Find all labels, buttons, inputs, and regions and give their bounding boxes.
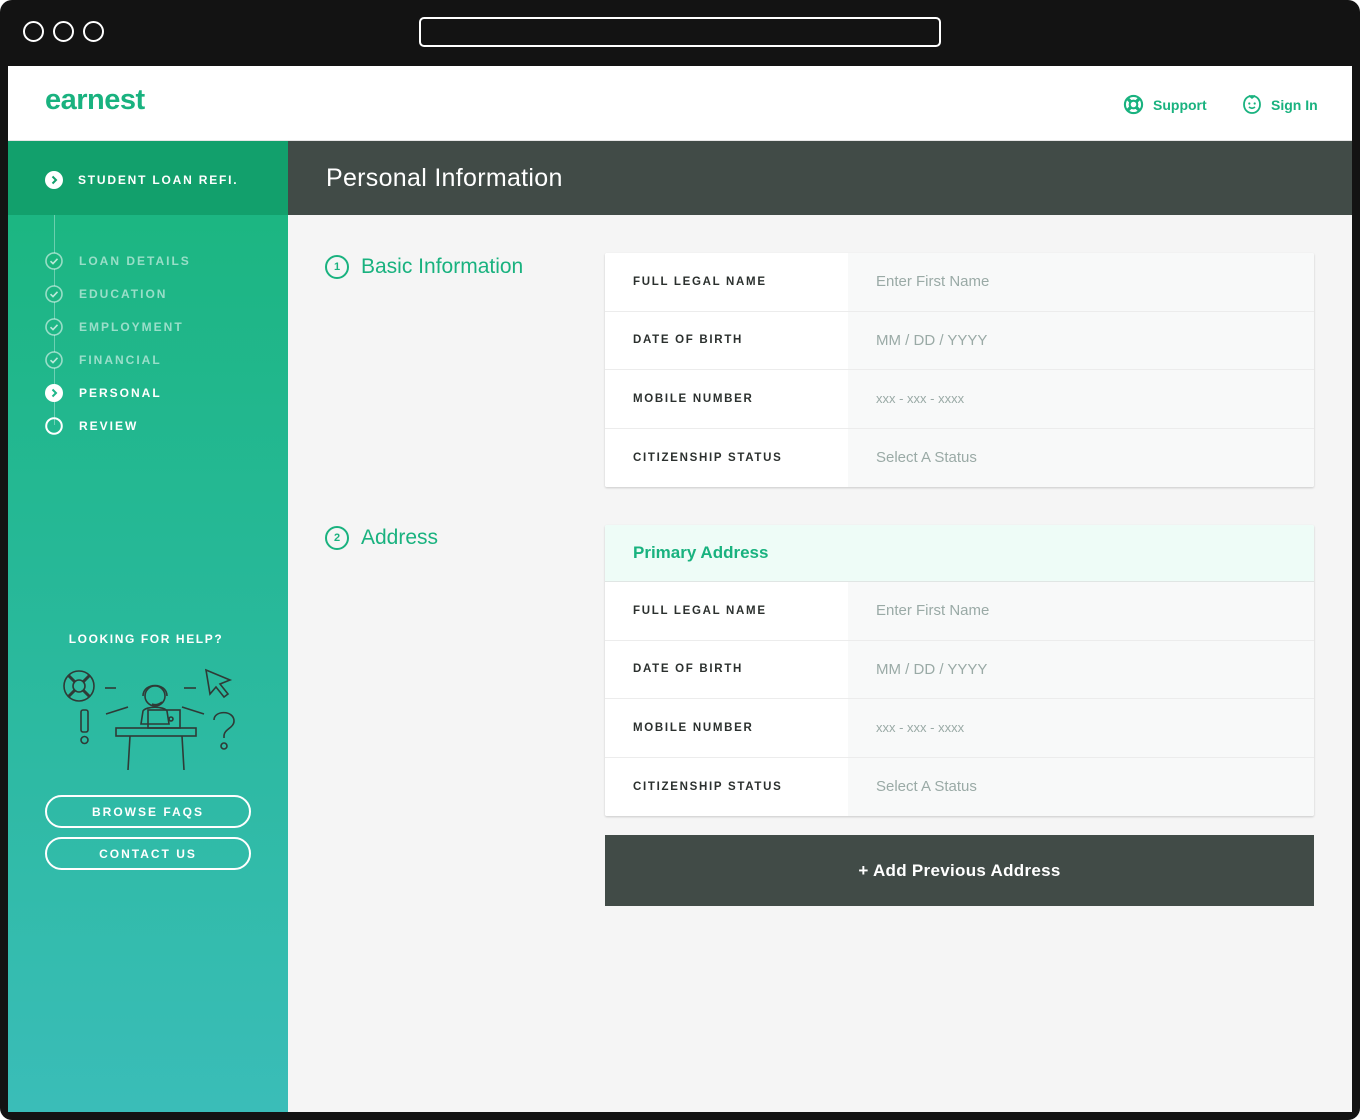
main-title-bar: Personal Information: [288, 141, 1352, 215]
step-label: EDUCATION: [79, 287, 168, 301]
empty-circle-icon: [45, 417, 63, 435]
check-circle-icon: [45, 285, 63, 303]
step-loan-details[interactable]: LOAN DETAILS: [45, 252, 191, 270]
step-label: FINANCIAL: [79, 353, 162, 367]
step-label: LOAN DETAILS: [79, 254, 191, 268]
primary-address-title: Primary Address: [605, 525, 1314, 582]
agent-icon: [140, 684, 170, 725]
window-close-button[interactable]: [23, 21, 44, 42]
browse-faqs-button[interactable]: BROWSE FAQS: [45, 795, 251, 828]
section-address: 2 Address: [325, 526, 438, 550]
step-label: REVIEW: [79, 419, 139, 433]
full-legal-name-input[interactable]: Enter First Name: [848, 253, 1314, 311]
form-row-citizenship-status: CITIZENSHIP STATUS Select A Status: [605, 428, 1314, 487]
field-label: DATE OF BIRTH: [605, 311, 848, 369]
section-title: Basic Information: [361, 255, 524, 278]
field-label: DATE OF BIRTH: [605, 640, 848, 698]
section-number-badge: 1: [325, 255, 349, 279]
section-basic-information: 1 Basic Information: [325, 255, 523, 279]
basic-information-card: FULL LEGAL NAME Enter First Name DATE OF…: [605, 253, 1314, 487]
chevron-circle-icon: [45, 171, 63, 189]
page-title: Personal Information: [326, 164, 563, 192]
form-row-full-legal-name: FULL LEGAL NAME Enter First Name: [605, 253, 1314, 312]
page-viewport: earnest Support Sign In STUDENT LOAN REF…: [8, 66, 1352, 1112]
step-financial[interactable]: FINANCIAL: [45, 351, 162, 369]
support-link[interactable]: Support: [1123, 94, 1207, 115]
sidebar-section-header[interactable]: STUDENT LOAN REFI.: [8, 141, 288, 215]
step-label: EMPLOYMENT: [79, 320, 184, 334]
progress-sidebar: STUDENT LOAN REFI. LOAN DETAILS EDUCATIO…: [8, 141, 288, 1112]
field-label: MOBILE NUMBER: [605, 370, 848, 428]
full-legal-name-input[interactable]: Enter First Name: [848, 582, 1314, 640]
mobile-number-input[interactable]: xxx - xxx - xxxx: [848, 370, 1314, 428]
lifebuoy-icon: [1123, 94, 1144, 115]
site-header: earnest Support Sign In: [8, 66, 1352, 141]
date-of-birth-input[interactable]: MM / DD / YYYY: [848, 640, 1314, 698]
form-row-full-legal-name: FULL LEGAL NAME Enter First Name: [605, 582, 1314, 641]
add-previous-address-button[interactable]: + Add Previous Address: [605, 835, 1314, 906]
sidebar-section-label: STUDENT LOAN REFI.: [78, 173, 239, 187]
mobile-number-input[interactable]: xxx - xxx - xxxx: [848, 699, 1314, 757]
lifebuoy-icon: [63, 670, 95, 702]
step-employment[interactable]: EMPLOYMENT: [45, 318, 184, 336]
section-title: Address: [361, 526, 439, 549]
exclamation-icon: [80, 709, 89, 745]
field-label: FULL LEGAL NAME: [605, 582, 848, 640]
laptop-icon: [147, 709, 181, 729]
field-label: FULL LEGAL NAME: [605, 253, 848, 311]
question-mark-icon: [213, 711, 235, 750]
citizenship-status-select[interactable]: Select A Status: [848, 757, 1314, 816]
step-review[interactable]: REVIEW: [45, 417, 138, 435]
check-circle-icon: [45, 351, 63, 369]
step-label: PERSONAL: [79, 386, 162, 400]
form-row-citizenship-status: CITIZENSHIP STATUS Select A Status: [605, 757, 1314, 816]
step-education[interactable]: EDUCATION: [45, 285, 167, 303]
support-label: Support: [1153, 96, 1207, 113]
field-label: MOBILE NUMBER: [605, 699, 848, 757]
desk-icon: [115, 727, 197, 771]
sign-in-link[interactable]: Sign In: [1242, 94, 1318, 115]
field-label: CITIZENSHIP STATUS: [605, 757, 848, 816]
primary-address-card: Primary Address FULL LEGAL NAME Enter Fi…: [605, 525, 1314, 816]
address-bar[interactable]: [419, 17, 941, 47]
window-maximize-button[interactable]: [83, 21, 104, 42]
earnest-logo[interactable]: earnest: [45, 84, 145, 117]
contact-us-button[interactable]: CONTACT US: [45, 837, 251, 870]
cursor-arrow-icon: [204, 668, 233, 699]
check-circle-icon: [45, 318, 63, 336]
window-minimize-button[interactable]: [53, 21, 74, 42]
sign-in-label: Sign In: [1271, 96, 1318, 113]
form-row-mobile-number: MOBILE NUMBER xxx - xxx - xxxx: [605, 699, 1314, 758]
section-number-badge: 2: [325, 526, 349, 550]
form-row-date-of-birth: DATE OF BIRTH MM / DD / YYYY: [605, 311, 1314, 370]
form-row-date-of-birth: DATE OF BIRTH MM / DD / YYYY: [605, 640, 1314, 699]
chevron-circle-icon: [45, 384, 63, 402]
step-personal[interactable]: PERSONAL: [45, 384, 162, 402]
citizenship-status-select[interactable]: Select A Status: [848, 428, 1314, 487]
form-row-mobile-number: MOBILE NUMBER xxx - xxx - xxxx: [605, 370, 1314, 429]
support-agent-illustration: [63, 668, 235, 771]
field-label: CITIZENSHIP STATUS: [605, 428, 848, 487]
date-of-birth-input[interactable]: MM / DD / YYYY: [848, 311, 1314, 369]
smiley-icon: [1243, 94, 1261, 114]
browser-window: earnest Support Sign In STUDENT LOAN REF…: [0, 0, 1360, 1120]
help-title: LOOKING FOR HELP?: [68, 632, 224, 646]
browser-titlebar: [0, 0, 1360, 62]
check-circle-icon: [45, 252, 63, 270]
